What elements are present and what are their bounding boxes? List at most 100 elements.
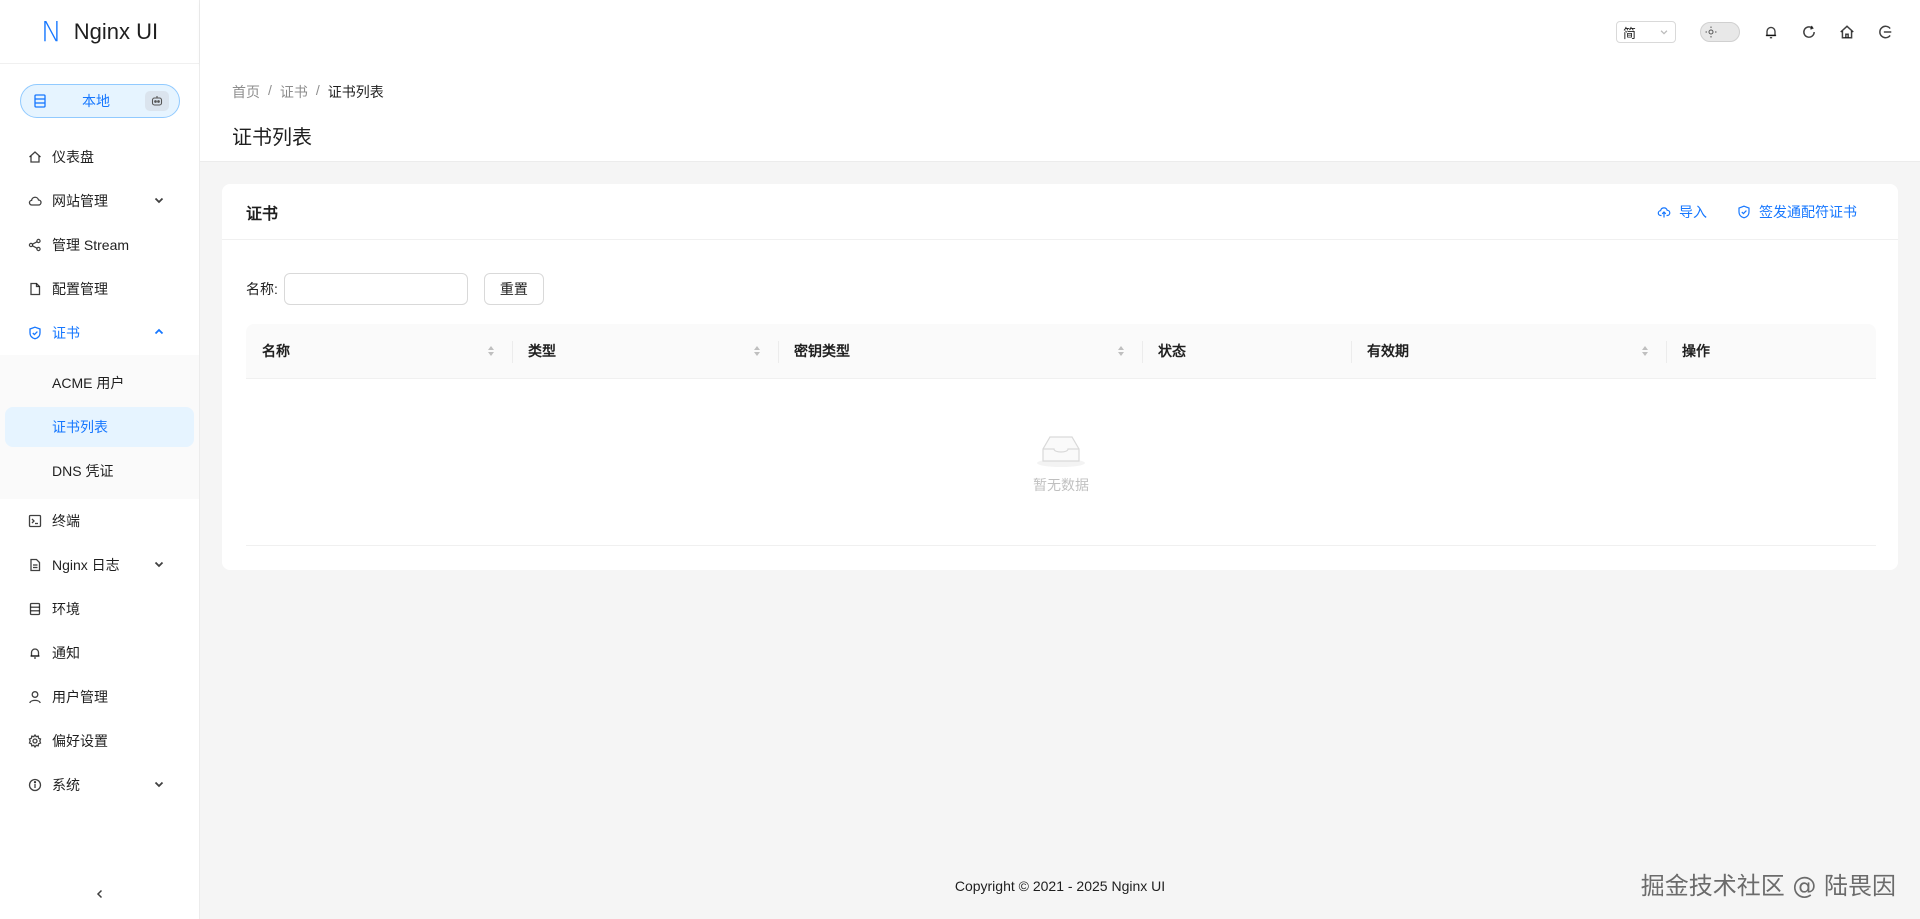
empty-text: 暂无数据	[1033, 477, 1089, 493]
file-icon	[28, 282, 42, 296]
page-title: 证书列表	[232, 127, 312, 149]
sidebar-menu: 仪表盘 网站管理 管理 Stream 配置管理 证书 ACME 用户 证书列表 …	[0, 135, 199, 807]
breadcrumb-current: 证书列表	[327, 84, 384, 100]
bell-icon[interactable]	[1763, 24, 1779, 40]
robot-icon[interactable]	[145, 91, 169, 111]
chevron-down-icon	[1659, 27, 1669, 37]
column-header-status: 状态	[1142, 324, 1351, 378]
sort-icon[interactable]	[486, 343, 496, 359]
log-file-icon	[28, 558, 42, 572]
chevron-down-icon	[153, 778, 167, 792]
reset-button[interactable]: 重置	[483, 273, 544, 305]
sidebar-item-label: 通知	[52, 645, 80, 661]
sidebar-item-config[interactable]: 配置管理	[0, 267, 199, 311]
name-filter-label: 名称:	[246, 281, 278, 297]
sidebar-item-label: 系统	[52, 777, 80, 793]
language-value: 简	[1623, 25, 1637, 41]
database-icon	[28, 602, 42, 616]
user-icon	[28, 690, 42, 704]
sidebar-item-label: 终端	[52, 513, 80, 529]
sidebar-item-label: 管理 Stream	[52, 237, 130, 253]
shield-check-icon	[1737, 205, 1751, 219]
certificate-card: 证书 导入 签发通配符证书 名称: 重置 名称 类型 密钥类型 状态 有效期 操…	[222, 184, 1898, 570]
issue-label: 签发通配符证书	[1759, 203, 1857, 220]
environment-label: 本地	[82, 93, 110, 109]
sidebar-item-sites[interactable]: 网站管理	[0, 179, 199, 223]
sort-icon[interactable]	[752, 343, 762, 359]
sidebar-item-stream[interactable]: 管理 Stream	[0, 223, 199, 267]
sidebar-item-label: 配置管理	[52, 281, 108, 297]
app-name: Nginx UI	[73, 18, 159, 44]
breadcrumb-home[interactable]: 首页	[232, 82, 260, 102]
share-icon	[28, 238, 42, 252]
sidebar-item-preferences[interactable]: 偏好设置	[0, 719, 199, 763]
sidebar-item-label: 偏好设置	[52, 733, 108, 749]
breadcrumb-separator: /	[315, 82, 320, 98]
breadcrumb: 首页 / 证书 / 证书列表	[232, 82, 1920, 102]
app-logo[interactable]: N Nginx UI	[0, 0, 199, 64]
chevron-left-icon	[94, 888, 106, 900]
sidebar-item-certificate-list[interactable]: 证书列表	[5, 407, 194, 447]
column-header-key-type[interactable]: 密钥类型	[778, 324, 1142, 378]
theme-toggle[interactable]	[1700, 22, 1740, 42]
column-header-name[interactable]: 名称	[246, 324, 512, 378]
card-title: 证书	[246, 205, 279, 223]
sidebar-item-label: 网站管理	[52, 193, 108, 209]
column-label: 类型	[528, 343, 556, 359]
column-label: 名称	[262, 343, 290, 359]
top-header: 简	[200, 0, 1920, 64]
page-header: 首页 / 证书 / 证书列表 证书列表	[200, 64, 1920, 162]
server-icon	[33, 94, 47, 108]
cloud-icon	[28, 194, 42, 208]
cloud-upload-icon	[1657, 205, 1671, 219]
sidebar-item-users[interactable]: 用户管理	[0, 675, 199, 719]
breadcrumb-separator: /	[268, 82, 272, 98]
certificate-table: 名称 类型 密钥类型 状态 有效期 操作 暂无数据	[246, 324, 1876, 546]
sort-icon[interactable]	[1116, 343, 1126, 359]
shield-icon	[28, 326, 42, 340]
breadcrumb-certificates[interactable]: 证书	[280, 82, 308, 102]
sidebar-item-dns-credentials[interactable]: DNS 凭证	[5, 451, 194, 491]
issue-wildcard-certificate-button[interactable]: 签发通配符证书	[1737, 202, 1857, 222]
info-icon	[28, 778, 42, 792]
empty-state: 暂无数据	[246, 379, 1876, 546]
column-label: 操作	[1682, 343, 1710, 359]
language-select[interactable]: 简	[1616, 21, 1676, 43]
environment-switcher[interactable]: 本地	[20, 84, 180, 118]
home-icon[interactable]	[1839, 24, 1855, 40]
sidebar-item-label: 证书	[52, 325, 80, 341]
sidebar-collapse-button[interactable]	[0, 869, 199, 919]
column-label: 密钥类型	[794, 343, 850, 359]
chevron-down-icon	[153, 558, 167, 572]
sort-icon[interactable]	[1640, 343, 1650, 359]
sidebar-item-nginx-logs[interactable]: Nginx 日志	[0, 543, 199, 587]
import-button[interactable]: 导入	[1657, 202, 1707, 222]
sun-icon	[1704, 25, 1718, 39]
sidebar-item-acme-users[interactable]: ACME 用户	[5, 363, 194, 403]
chevron-up-icon	[153, 326, 167, 340]
column-label: 状态	[1158, 343, 1186, 359]
column-header-type[interactable]: 类型	[512, 324, 778, 378]
empty-inbox-icon	[1033, 429, 1089, 469]
terminal-icon	[28, 514, 42, 528]
sidebar-item-system[interactable]: 系统	[0, 763, 199, 807]
sidebar-item-label: 环境	[52, 601, 80, 617]
sidebar-item-label: 仪表盘	[52, 149, 94, 165]
sidebar: N Nginx UI 本地 仪表盘 网站管理 管理 Stream 配置管理 证书…	[0, 0, 200, 919]
sidebar-item-terminal[interactable]: 终端	[0, 499, 199, 543]
sidebar-item-environment[interactable]: 环境	[0, 587, 199, 631]
watermark: 掘金技术社区 @ 陆畏因	[1640, 872, 1896, 900]
search-form: 名称: 重置	[246, 273, 544, 305]
chevron-down-icon	[153, 194, 167, 208]
column-header-actions: 操作	[1666, 324, 1876, 378]
sidebar-item-certificates[interactable]: 证书	[0, 311, 199, 355]
reload-icon[interactable]	[1801, 24, 1817, 40]
column-header-expiry[interactable]: 有效期	[1351, 324, 1666, 378]
table-header: 名称 类型 密钥类型 状态 有效期 操作	[246, 324, 1876, 379]
sidebar-item-notifications[interactable]: 通知	[0, 631, 199, 675]
sidebar-item-dashboard[interactable]: 仪表盘	[0, 135, 199, 179]
certificates-submenu: ACME 用户 证书列表 DNS 凭证	[0, 355, 199, 499]
logout-icon[interactable]	[1877, 24, 1893, 40]
name-filter-input[interactable]	[283, 273, 468, 305]
bell-icon	[28, 646, 42, 660]
